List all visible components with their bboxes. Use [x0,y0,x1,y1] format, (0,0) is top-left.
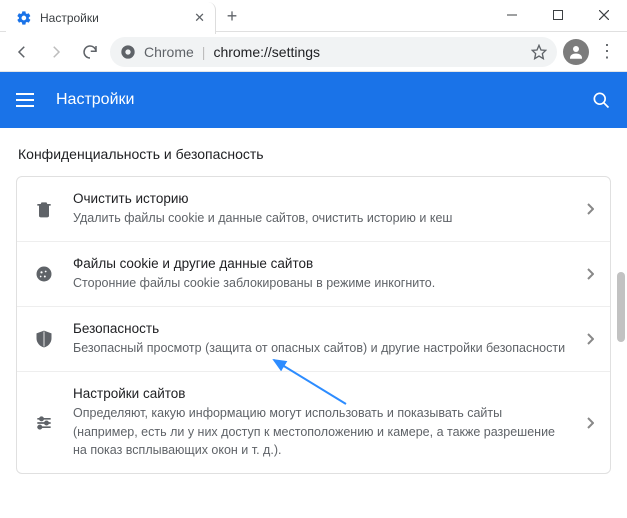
row-subtitle: Определяют, какую информацию могут испол… [73,404,568,458]
scrollbar-thumb[interactable] [617,272,625,342]
omnibox[interactable]: Chrome | chrome://settings [110,37,557,67]
section-title: Конфиденциальность и безопасность [18,146,609,162]
shield-icon [33,329,55,349]
chevron-right-icon [586,268,594,280]
row-subtitle: Удалить файлы cookie и данные сайтов, оч… [73,209,568,227]
profile-avatar[interactable] [563,39,589,65]
reload-button[interactable] [76,38,104,66]
bookmark-star-icon[interactable] [531,44,547,60]
back-button[interactable] [8,38,36,66]
url-divider: | [202,44,206,60]
new-tab-button[interactable]: + [218,2,246,30]
row-cookies[interactable]: Файлы cookie и другие данные сайтов Стор… [17,241,610,306]
tab-title: Настройки [40,11,186,25]
row-site-settings[interactable]: Настройки сайтов Определяют, какую инфор… [17,371,610,472]
window-titlebar: Настройки ✕ + [0,0,627,32]
search-icon[interactable] [591,90,611,110]
row-subtitle: Сторонние файлы cookie заблокированы в р… [73,274,568,292]
chrome-logo-icon [120,44,136,60]
privacy-card: Очистить историю Удалить файлы cookie и … [16,176,611,474]
address-bar: Chrome | chrome://settings ⋮ [0,32,627,72]
gear-icon [16,10,32,26]
row-security[interactable]: Безопасность Безопасный просмотр (защита… [17,306,610,371]
forward-button[interactable] [42,38,70,66]
window-controls [489,0,627,30]
cookie-icon [33,264,55,284]
sliders-icon [33,413,55,433]
url-scheme: Chrome [144,44,194,60]
page-title: Настройки [56,91,134,109]
browser-tab[interactable]: Настройки ✕ [6,2,216,34]
url-path: chrome://settings [213,44,320,60]
chevron-right-icon [586,203,594,215]
chevron-right-icon [586,333,594,345]
settings-content: Конфиденциальность и безопасность Очисти… [0,128,627,518]
row-title: Безопасность [73,321,568,336]
close-window-button[interactable] [581,0,627,30]
maximize-button[interactable] [535,0,581,30]
chevron-right-icon [586,417,594,429]
settings-header: Настройки [0,72,627,128]
row-title: Очистить историю [73,191,568,206]
close-tab-icon[interactable]: ✕ [194,10,205,26]
browser-menu-button[interactable]: ⋮ [595,38,619,66]
menu-icon[interactable] [16,88,40,112]
minimize-button[interactable] [489,0,535,30]
trash-icon [33,199,55,219]
row-title: Настройки сайтов [73,386,568,401]
row-clear-history[interactable]: Очистить историю Удалить файлы cookie и … [17,177,610,241]
row-subtitle: Безопасный просмотр (защита от опасных с… [73,339,568,357]
row-title: Файлы cookie и другие данные сайтов [73,256,568,271]
